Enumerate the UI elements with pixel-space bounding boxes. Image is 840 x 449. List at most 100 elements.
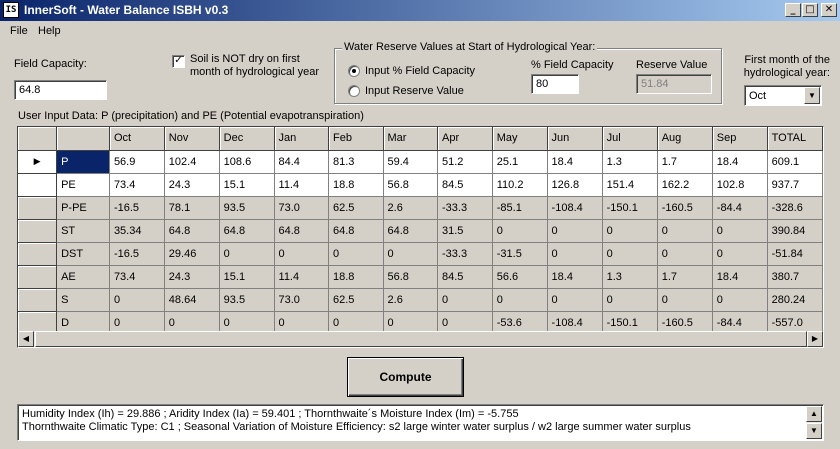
grid-horizontal-scrollbar[interactable]: ◀ ▶	[18, 331, 823, 347]
grid-cell[interactable]: 18.4	[712, 265, 768, 289]
grid-cell[interactable]: 0	[437, 288, 493, 312]
grid-cell[interactable]: 18.4	[547, 150, 603, 174]
grid-cell[interactable]: 56.9	[109, 150, 165, 174]
grid-cell[interactable]: 84.5	[437, 265, 493, 289]
row-label[interactable]: ST	[56, 219, 110, 243]
grid-cell[interactable]: -16.5	[109, 196, 165, 220]
grid-cell[interactable]: 11.4	[274, 173, 330, 197]
grid-cell[interactable]: 56.6	[492, 265, 548, 289]
title-bar[interactable]: IS InnerSoft - Water Balance ISBH v0.3 _…	[0, 0, 840, 21]
grid-cell[interactable]: -51.84	[767, 242, 823, 266]
grid-cell[interactable]: -33.3	[437, 196, 493, 220]
grid-cell[interactable]: 0	[547, 242, 603, 266]
grid-cell[interactable]: 0	[712, 219, 768, 243]
grid-cell[interactable]: 0	[219, 242, 275, 266]
grid-cell[interactable]: 64.8	[383, 219, 439, 243]
grid-cell[interactable]: 18.4	[712, 150, 768, 174]
grid-cell[interactable]: 11.4	[274, 265, 330, 289]
close-button[interactable]: ✕	[821, 3, 837, 17]
table-row[interactable]: ▶ P 56.9 102.4 108.6 84.4 81.3 59.4 51.2 25.1 18.4…	[18, 150, 823, 174]
grid-cell[interactable]: 2.6	[383, 288, 439, 312]
grid-cell[interactable]: 64.8	[328, 219, 384, 243]
row-label[interactable]: P	[56, 150, 110, 174]
table-row[interactable]: ST 35.34 64.8 64.8 64.8 64.8 64.8 31.5 0 0 0 0 0 390.…	[18, 219, 823, 243]
grid-cell[interactable]: -85.1	[492, 196, 548, 220]
grid-cell[interactable]: 48.64	[164, 288, 220, 312]
grid-cell[interactable]: 102.4	[164, 150, 220, 174]
results-output[interactable]: Humidity Index (Ih) = 29.886 ; Aridity I…	[17, 404, 824, 441]
grid-cell[interactable]: -84.4	[712, 196, 768, 220]
grid-cell[interactable]: 84.4	[274, 150, 330, 174]
grid-cell[interactable]: 390.84	[767, 219, 823, 243]
menu-file[interactable]: File	[10, 25, 28, 37]
grid-cell[interactable]: 0	[383, 242, 439, 266]
menu-help[interactable]: Help	[38, 25, 61, 37]
table-row[interactable]: PE 73.4 24.3 15.1 11.4 18.8 56.8 84.5 110.2 126.8…	[18, 173, 823, 197]
reserve-value-input[interactable]: 51.84	[636, 74, 712, 94]
grid-cell[interactable]: 64.8	[164, 219, 220, 243]
grid-cell[interactable]: 18.4	[547, 265, 603, 289]
row-label[interactable]: P-PE	[56, 196, 110, 220]
grid-cell[interactable]: 280.24	[767, 288, 823, 312]
grid-cell[interactable]: 380.7	[767, 265, 823, 289]
grid-cell[interactable]: 24.3	[164, 265, 220, 289]
grid-cell[interactable]: 64.8	[274, 219, 330, 243]
grid-cell[interactable]: 56.8	[383, 173, 439, 197]
grid-cell[interactable]: 0	[602, 219, 658, 243]
grid-cell[interactable]: 0	[492, 219, 548, 243]
row-label[interactable]: S	[56, 288, 110, 312]
grid-cell[interactable]: 0	[274, 242, 330, 266]
radio-input-pct-field-capacity[interactable]	[348, 65, 360, 77]
grid-cell[interactable]: 0	[657, 288, 713, 312]
maximize-button[interactable]: □	[802, 3, 818, 17]
grid-cell[interactable]: 0	[492, 288, 548, 312]
grid-cell[interactable]: 35.34	[109, 219, 165, 243]
radio-input-reserve-value[interactable]	[348, 85, 360, 97]
grid-cell[interactable]: 64.8	[219, 219, 275, 243]
grid-cell[interactable]: 31.5	[437, 219, 493, 243]
field-capacity-input[interactable]: 64.8	[14, 80, 107, 100]
grid-cell[interactable]: -31.5	[492, 242, 548, 266]
row-label[interactable]: AE	[56, 265, 110, 289]
grid-cell[interactable]: 108.6	[219, 150, 275, 174]
grid-cell[interactable]: 0	[547, 219, 603, 243]
row-header[interactable]	[18, 219, 58, 243]
grid-cell[interactable]: 93.5	[219, 288, 275, 312]
grid-cell[interactable]: 0	[602, 242, 658, 266]
grid-cell[interactable]: -328.6	[767, 196, 823, 220]
grid-cell[interactable]: 0	[712, 288, 768, 312]
grid-cell[interactable]: 1.7	[657, 265, 713, 289]
grid-cell[interactable]: 93.5	[219, 196, 275, 220]
grid-cell[interactable]: -150.1	[602, 196, 658, 220]
grid-cell[interactable]: 24.3	[164, 173, 220, 197]
grid-cell[interactable]: 110.2	[492, 173, 548, 197]
grid-cell[interactable]: 25.1	[492, 150, 548, 174]
row-label[interactable]: DST	[56, 242, 110, 266]
grid-cell[interactable]: 0	[547, 288, 603, 312]
grid-cell[interactable]: 0	[657, 219, 713, 243]
grid-cell[interactable]: 18.8	[328, 173, 384, 197]
grid-cell[interactable]: 62.5	[328, 196, 384, 220]
grid-cell[interactable]: -33.3	[437, 242, 493, 266]
grid-cell[interactable]: 29.46	[164, 242, 220, 266]
output-vertical-scrollbar[interactable]: ▲ ▼	[806, 406, 822, 439]
row-pointer-icon[interactable]: ▶	[18, 150, 58, 174]
grid-cell[interactable]: 0	[328, 242, 384, 266]
grid-cell[interactable]: 162.2	[657, 173, 713, 197]
compute-button[interactable]: Compute	[347, 357, 464, 397]
grid-cell[interactable]: 56.8	[383, 265, 439, 289]
grid-cell[interactable]: 73.0	[274, 196, 330, 220]
row-header[interactable]	[18, 265, 58, 289]
grid-cell[interactable]: 937.7	[767, 173, 823, 197]
grid-cell[interactable]: 51.2	[437, 150, 493, 174]
row-label[interactable]: PE	[56, 173, 110, 197]
grid-cell[interactable]: 102.8	[712, 173, 768, 197]
chevron-down-icon[interactable]: ▼	[804, 87, 820, 104]
row-header[interactable]	[18, 173, 58, 197]
grid-cell[interactable]: -16.5	[109, 242, 165, 266]
scroll-thumb[interactable]	[35, 331, 807, 347]
minimize-button[interactable]: _	[785, 3, 801, 17]
grid-cell[interactable]: 81.3	[328, 150, 384, 174]
data-grid[interactable]: Oct Nov Dec Jan Feb Mar Apr May Jun Jul Aug Sep TOTA…	[17, 126, 824, 348]
grid-cell[interactable]: 151.4	[602, 173, 658, 197]
